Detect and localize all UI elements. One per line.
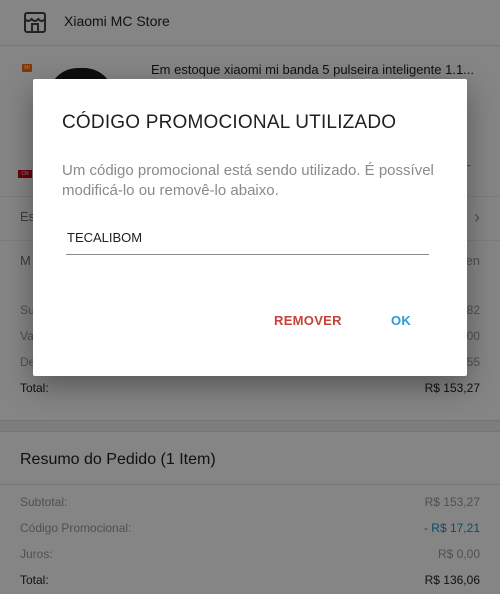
dialog-message: Um código promocional está sendo utiliza… [62,162,434,199]
promo-code-input[interactable] [66,227,429,255]
ok-button[interactable]: OK [385,309,417,332]
promo-code-dialog: CÓDIGO PROMOCIONAL UTILIZADO Um código p… [33,79,467,376]
dialog-title: CÓDIGO PROMOCIONAL UTILIZADO [62,112,397,133]
remove-button[interactable]: REMOVER [268,309,348,332]
